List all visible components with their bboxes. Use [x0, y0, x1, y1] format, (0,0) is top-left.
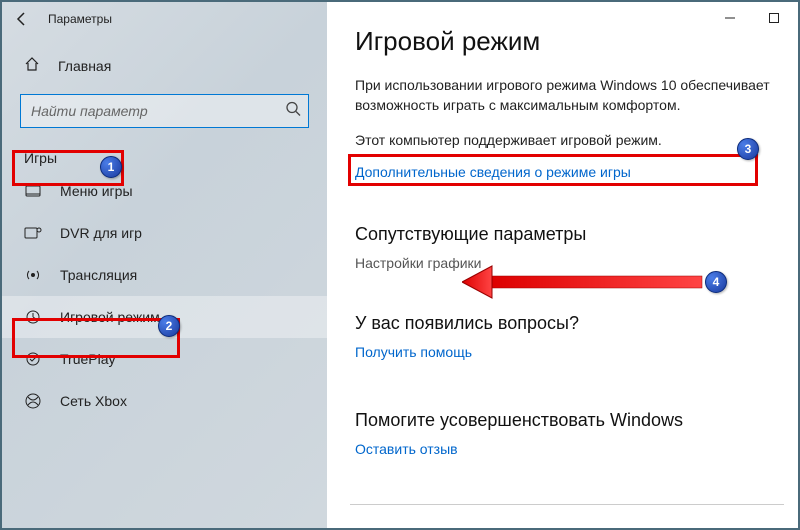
nav-label: DVR для игр [60, 225, 142, 241]
sidebar: Параметры Главная Игры Меню игры DVR для… [2, 2, 327, 528]
back-arrow-icon [14, 11, 30, 27]
footer-divider [350, 504, 784, 505]
nav-label: Меню игры [60, 183, 133, 199]
graphics-settings-link[interactable]: Настройки графики [355, 255, 482, 271]
questions-heading: У вас появились вопросы? [355, 313, 770, 334]
group-header-games: Игры [2, 140, 327, 170]
maximize-button[interactable] [752, 4, 796, 32]
nav-label: Сеть Xbox [60, 393, 127, 409]
dvr-icon [24, 225, 42, 241]
nav-trueplay[interactable]: TruePlay [2, 338, 327, 380]
learn-more-link[interactable]: Дополнительные сведения о режиме игры [355, 164, 631, 180]
window-controls [708, 4, 796, 32]
support-text: Этот компьютер поддерживает игровой режи… [355, 130, 770, 150]
related-heading: Сопутствующие параметры [355, 224, 770, 245]
nav-broadcast[interactable]: Трансляция [2, 254, 327, 296]
annotation-badge-3: 3 [737, 138, 759, 160]
home-nav[interactable]: Главная [2, 46, 327, 86]
trueplay-icon [24, 351, 42, 367]
nav-xbox-network[interactable]: Сеть Xbox [2, 380, 327, 422]
search-container [20, 94, 309, 128]
annotation-badge-2: 2 [158, 315, 180, 337]
titlebar: Параметры [2, 2, 327, 36]
home-label: Главная [58, 58, 111, 74]
nav-game-bar[interactable]: Меню игры [2, 170, 327, 212]
broadcast-icon [24, 267, 42, 283]
nav-label: Трансляция [60, 267, 137, 283]
search-icon [285, 101, 301, 122]
description-text: При использовании игрового режима Window… [355, 75, 770, 116]
window-title: Параметры [48, 12, 112, 26]
annotation-badge-4: 4 [705, 271, 727, 293]
xbox-icon [24, 393, 42, 409]
nav-label: TruePlay [60, 351, 116, 367]
menu-icon [24, 183, 42, 199]
minimize-button[interactable] [708, 4, 752, 32]
nav-label: Игровой режим [60, 309, 160, 325]
back-button[interactable] [12, 9, 32, 29]
improve-heading: Помогите усовершенствовать Windows [355, 410, 770, 431]
gamemode-icon [24, 309, 42, 325]
feedback-link[interactable]: Оставить отзыв [355, 441, 458, 457]
nav-dvr[interactable]: DVR для игр [2, 212, 327, 254]
get-help-link[interactable]: Получить помощь [355, 344, 472, 360]
main-content: Игровой режим При использовании игрового… [327, 2, 798, 528]
annotation-badge-1: 1 [100, 156, 122, 178]
home-icon [24, 56, 40, 77]
search-input[interactable] [20, 94, 309, 128]
